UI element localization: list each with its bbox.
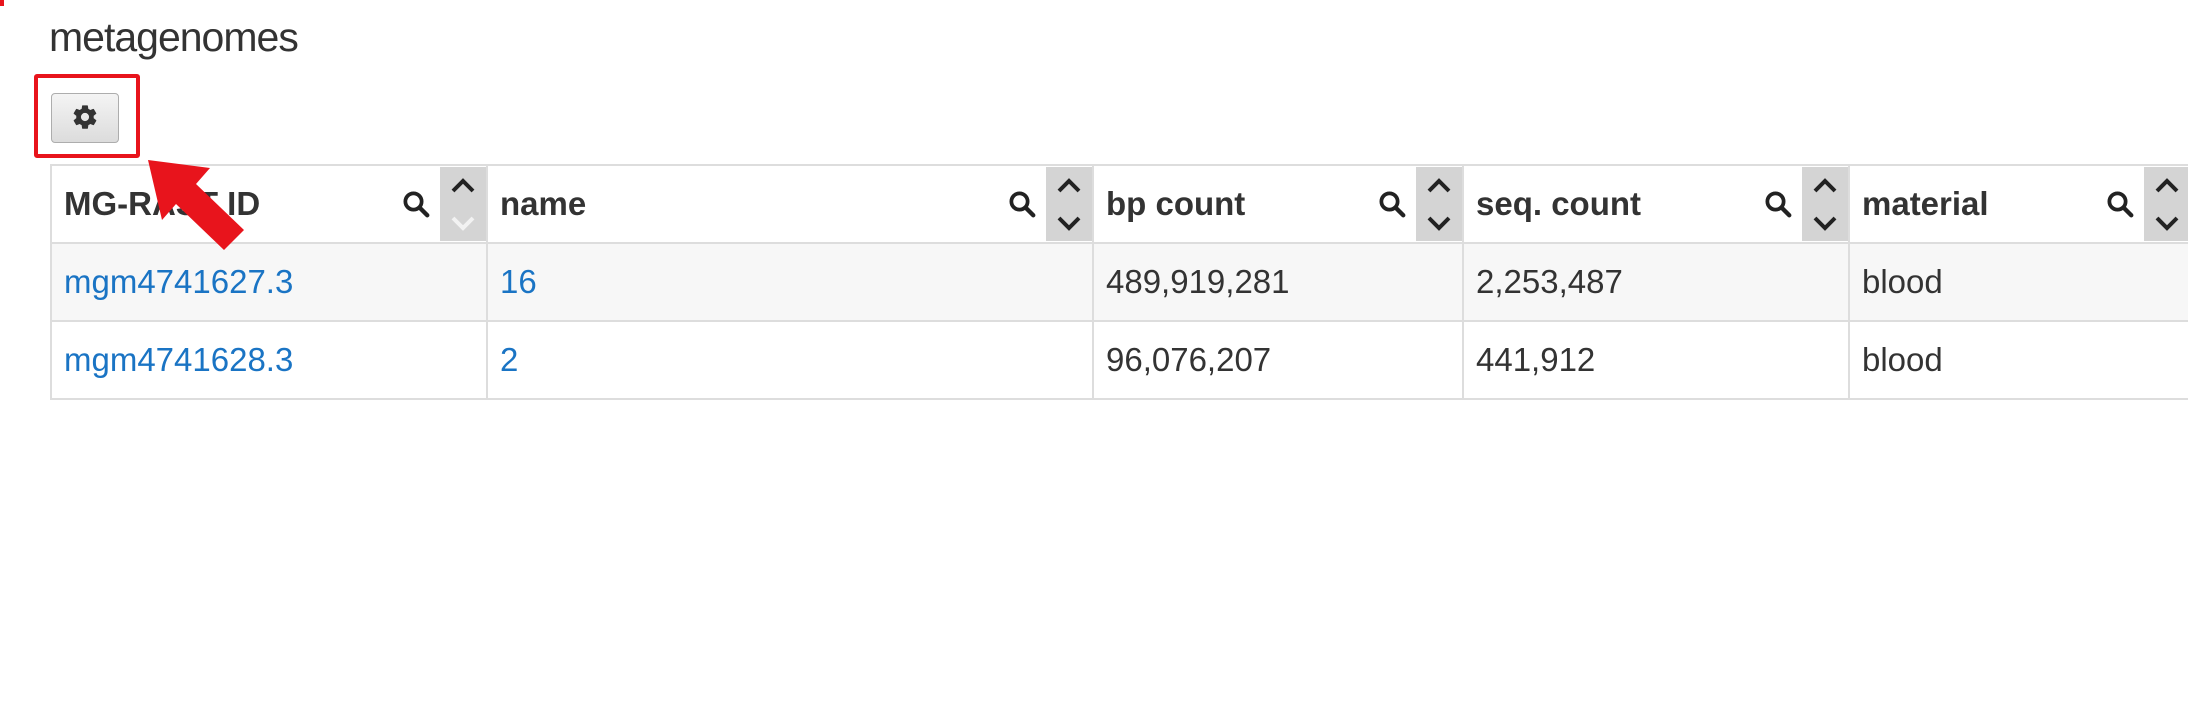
table-row: mgm4741628.3 2 96,076,207 441,912 blood xyxy=(50,320,2188,400)
sort-control[interactable] xyxy=(1802,167,1848,241)
chevron-up-icon[interactable] xyxy=(2153,177,2181,195)
search-icon[interactable] xyxy=(1760,186,1796,222)
column-label: MG-RAST ID xyxy=(64,185,261,222)
cell-name: 2 xyxy=(486,320,1094,400)
page-title: metagenomes xyxy=(49,14,299,60)
sort-control[interactable] xyxy=(1046,167,1092,241)
sort-control[interactable] xyxy=(440,167,486,241)
cell-bp-count: 96,076,207 xyxy=(1092,320,1464,400)
column-header-bp-count: bp count xyxy=(1092,164,1464,244)
column-header-name: name xyxy=(486,164,1094,244)
metagenome-id-link[interactable]: mgm4741628.3 xyxy=(64,341,293,378)
cell-bp-count: 489,919,281 xyxy=(1092,242,1464,322)
metagenome-id-link[interactable]: mgm4741627.3 xyxy=(64,263,293,300)
cell-name: 16 xyxy=(486,242,1094,322)
annotation-corner-mark xyxy=(0,0,4,6)
chevron-down-icon[interactable] xyxy=(1055,214,1083,232)
metagenome-name-link[interactable]: 2 xyxy=(500,341,518,378)
column-header-material: material xyxy=(1848,164,2188,244)
metagenomes-table: MG-RAST ID name bp count seq. count mate… xyxy=(50,164,2188,400)
chevron-down-icon[interactable] xyxy=(2153,214,2181,232)
search-icon[interactable] xyxy=(398,186,434,222)
chevron-down-icon[interactable] xyxy=(1811,214,1839,232)
column-header-seq-count: seq. count xyxy=(1462,164,1850,244)
gear-icon xyxy=(71,103,99,134)
sort-control[interactable] xyxy=(2144,167,2188,241)
table-header-row: MG-RAST ID name bp count seq. count mate… xyxy=(50,164,2188,244)
cell-id: mgm4741628.3 xyxy=(50,320,488,400)
search-icon[interactable] xyxy=(2102,186,2138,222)
metagenome-name-link[interactable]: 16 xyxy=(500,263,537,300)
cell-seq-count: 2,253,487 xyxy=(1462,242,1850,322)
search-icon[interactable] xyxy=(1004,186,1040,222)
cell-material: blood xyxy=(1848,242,2188,322)
column-label: material xyxy=(1862,185,1989,222)
chevron-up-icon[interactable] xyxy=(1811,177,1839,195)
sort-control[interactable] xyxy=(1416,167,1462,241)
cell-id: mgm4741627.3 xyxy=(50,242,488,322)
cell-seq-count: 441,912 xyxy=(1462,320,1850,400)
table-row: mgm4741627.3 16 489,919,281 2,253,487 bl… xyxy=(50,242,2188,322)
cell-material: blood xyxy=(1848,320,2188,400)
column-label: seq. count xyxy=(1476,185,1642,222)
chevron-up-icon[interactable] xyxy=(1425,177,1453,195)
column-header-id: MG-RAST ID xyxy=(50,164,488,244)
chevron-up-icon[interactable] xyxy=(1055,177,1083,195)
chevron-up-icon[interactable] xyxy=(449,177,477,195)
chevron-down-icon[interactable] xyxy=(1425,214,1453,232)
search-icon[interactable] xyxy=(1374,186,1410,222)
settings-button[interactable] xyxy=(51,93,119,143)
chevron-down-icon[interactable] xyxy=(449,214,477,232)
page: metagenomes MG-RAST ID name bp count seq… xyxy=(0,0,2188,720)
column-label: name xyxy=(500,185,587,222)
column-label: bp count xyxy=(1106,185,1246,222)
